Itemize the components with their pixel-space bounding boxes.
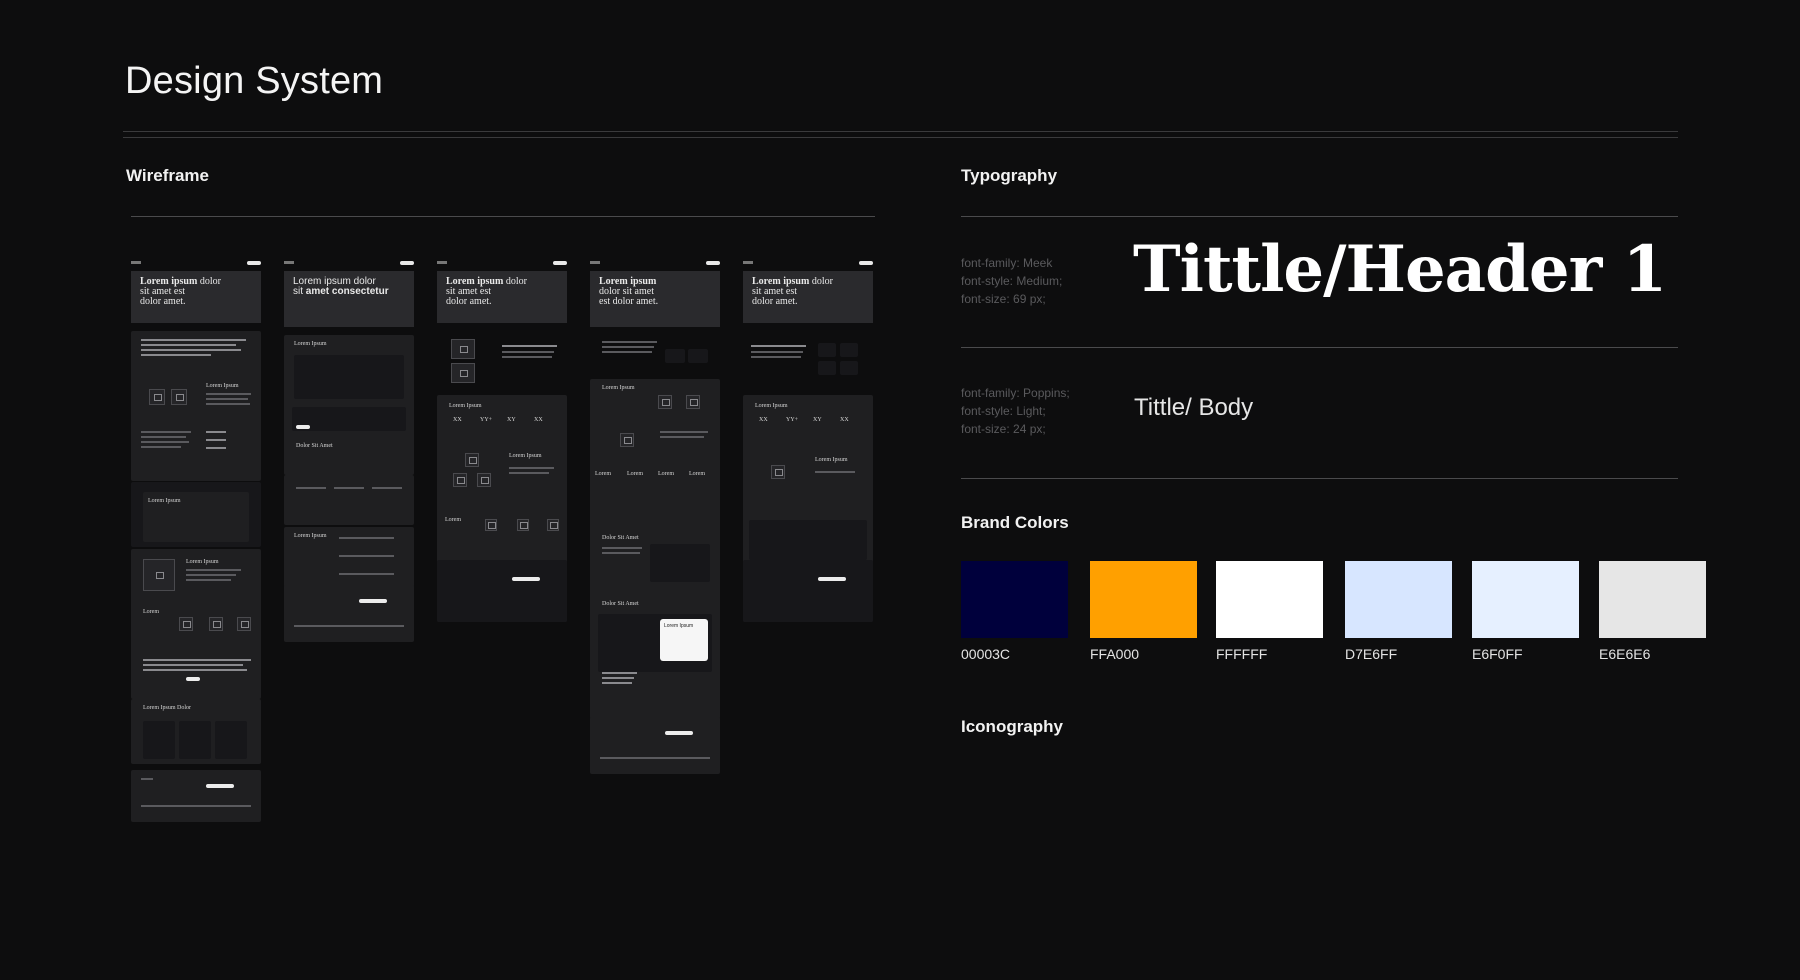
wf-hero: Lorem ipsum dolor sit amet est dolor amet… bbox=[437, 271, 567, 323]
wf-pricing: Lorem Ipsum Dolor bbox=[131, 699, 261, 764]
header1-spec: font-family: Meek font-style: Medium; fo… bbox=[961, 256, 1063, 306]
wf-section: Lorem Ipsum Lorem bbox=[131, 549, 261, 699]
wf-nav bbox=[437, 261, 567, 265]
wf-testimonial-card: Lorem Ipsum bbox=[660, 619, 708, 661]
wf-footer bbox=[131, 770, 261, 822]
wf-hero: Lorem ipsum dolor sit amet est dolor amet… bbox=[131, 271, 261, 323]
wf-nav bbox=[743, 261, 873, 265]
wf-nav bbox=[284, 261, 414, 265]
wf-nav bbox=[590, 261, 720, 265]
wf-footer bbox=[284, 585, 414, 642]
color-swatch-label: 00003C bbox=[961, 646, 1011, 662]
color-swatch-label: FFFFFF bbox=[1216, 646, 1268, 662]
iconography-label: Iconography bbox=[961, 717, 1064, 736]
wireframe-label: Wireframe bbox=[126, 166, 209, 185]
color-swatch[interactable] bbox=[1345, 561, 1452, 638]
wireframe-divider bbox=[131, 216, 875, 217]
color-swatch[interactable] bbox=[1472, 561, 1579, 638]
brand-colors-label: Brand Colors bbox=[961, 513, 1069, 532]
header1-sample: Tittle/Header 1 bbox=[1133, 232, 1667, 307]
color-swatch[interactable] bbox=[1599, 561, 1706, 638]
wf-nav bbox=[131, 261, 261, 265]
wf-footer bbox=[590, 717, 720, 774]
typography-label: Typography bbox=[961, 166, 1058, 185]
color-swatch-label: E6F0FF bbox=[1472, 646, 1523, 662]
wf-video: Lorem Ipsum bbox=[131, 482, 261, 547]
wf-hero: Lorem ipsum dolor sit amet est dolor amet. bbox=[590, 271, 720, 327]
title-divider bbox=[123, 131, 1678, 138]
wireframe-screen-4[interactable]: Lorem ipsum dolor sit amet est dolor amet.… bbox=[590, 261, 720, 774]
typography-divider-2 bbox=[961, 347, 1678, 348]
wireframe-screen-3[interactable]: Lorem ipsum dolor sit amet est dolor amet… bbox=[437, 261, 567, 622]
typography-divider bbox=[961, 216, 1678, 217]
wireframe-screen-1[interactable]: Lorem ipsum dolor sit amet est dolor amet… bbox=[131, 261, 261, 822]
wf-cards bbox=[284, 475, 414, 525]
wf-section: Lorem Ipsum bbox=[131, 331, 261, 481]
wf-section: Lorem Ipsum Lorem Lorem Lorem Lorem Dolo… bbox=[590, 379, 720, 719]
wf-hero: Lorem ipsum dolor sit amet consectetur bbox=[284, 271, 414, 327]
typography-divider-3 bbox=[961, 478, 1678, 479]
wf-section: Lorem Ipsum XX YY+ XY XX Lorem Ipsum Lor… bbox=[437, 395, 567, 622]
wf-hero: Lorem ipsum dolor sit amet est dolor amet… bbox=[743, 271, 873, 323]
color-swatch[interactable] bbox=[1090, 561, 1197, 638]
wireframe-screen-5[interactable]: Lorem ipsum dolor sit amet est dolor amet… bbox=[743, 261, 873, 622]
wf-section: Lorem Ipsum XX YY+ XY XX Lorem Ipsum bbox=[743, 395, 873, 622]
color-swatch-label: FFA000 bbox=[1090, 646, 1140, 662]
color-swatch-label: D7E6FF bbox=[1345, 646, 1398, 662]
body-sample: Tittle/ Body bbox=[1134, 394, 1254, 421]
wireframe-screen-2[interactable]: Lorem ipsum dolor sit amet consectetur Lo… bbox=[284, 261, 414, 642]
color-swatch-label: E6E6E6 bbox=[1599, 646, 1651, 662]
page-title: Design System bbox=[125, 60, 384, 102]
color-swatch[interactable] bbox=[1216, 561, 1323, 638]
body-spec: font-family: Poppins; font-style: Light;… bbox=[961, 386, 1070, 436]
wf-section: Lorem Ipsum Dolor Sit Amet bbox=[284, 335, 414, 475]
color-swatch[interactable] bbox=[961, 561, 1068, 638]
